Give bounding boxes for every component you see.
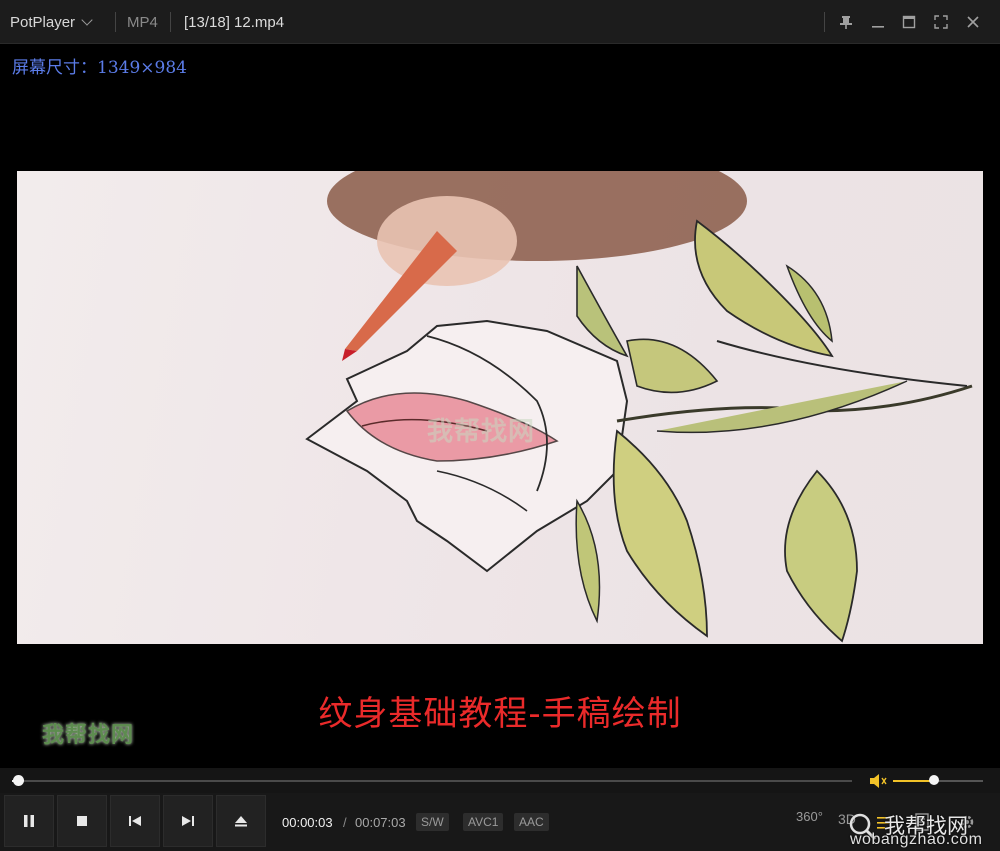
maximize-button[interactable] [897,10,921,34]
pin-button[interactable] [834,10,858,34]
corner-watermark-url: wobangzhao.com [850,831,983,848]
seek-bar-area [0,768,1000,793]
pin-icon [840,16,852,29]
current-time: 00:00:03 [282,815,333,830]
chevron-down-icon [81,14,93,26]
stop-button[interactable] [57,795,107,847]
watermark-logo: 我帮找网 [42,723,135,748]
vr-360-button[interactable]: 360° [796,809,823,824]
file-title: [13/18] 12.mp4 [184,14,285,31]
skip-previous-icon [129,816,141,826]
seek-track[interactable] [12,780,852,782]
fullscreen-button[interactable] [929,10,953,34]
format-label: MP4 [127,14,158,31]
next-button[interactable] [163,795,213,847]
previous-button[interactable] [110,795,160,847]
divider [115,12,116,32]
speaker-icon [870,774,887,788]
video-frame[interactable]: 我帮找网 [17,171,983,644]
close-button[interactable] [961,10,985,34]
eject-icon [235,816,247,827]
decoder-badge[interactable]: S/W [416,813,449,831]
skip-next-icon [182,816,194,826]
app-menu-button[interactable]: PotPlayer [10,8,93,36]
pause-button[interactable] [4,795,54,847]
title-bar: PotPlayer MP4 [13/18] 12.mp4 [0,0,1000,44]
volume-handle[interactable] [928,775,939,785]
volume-level [893,780,934,782]
app-name: PotPlayer [10,13,76,31]
fullscreen-icon [934,15,948,29]
seek-handle[interactable] [12,775,24,786]
time-separator: / [343,815,347,830]
screen-size-text: 屏幕尺寸：1349×984 [12,58,187,78]
maximize-icon [902,15,916,29]
divider [170,12,171,32]
stop-icon [77,816,87,826]
minimize-icon [872,26,884,28]
close-icon [967,16,979,28]
total-time: 00:07:03 [355,815,406,830]
video-codec-badge[interactable]: AVC1 [463,813,504,831]
volume-button[interactable] [868,773,888,793]
rose-drawing-image [305,171,973,643]
divider [824,12,825,32]
subtitle-text: 纹身基础教程-手稿绘制 [318,694,682,734]
video-watermark: 我帮找网 [427,417,536,447]
audio-codec-badge[interactable]: AAC [514,813,549,831]
pause-icon [24,815,34,827]
eject-button[interactable] [216,795,266,847]
minimize-button[interactable] [866,10,890,34]
